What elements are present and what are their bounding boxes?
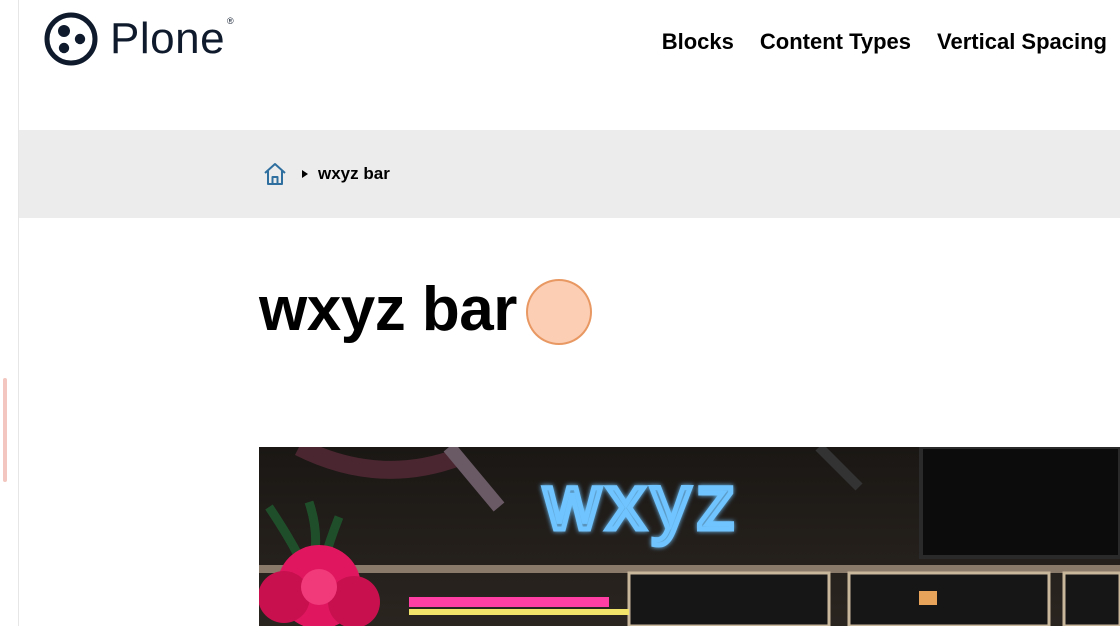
breadcrumb-separator-icon xyxy=(302,170,308,178)
nav-item-blocks[interactable]: Blocks xyxy=(662,28,734,56)
click-indicator xyxy=(526,279,592,345)
breadcrumb-current: wxyz bar xyxy=(318,164,390,183)
site-logo[interactable]: Plone ® xyxy=(44,12,234,66)
plone-logo-icon xyxy=(44,12,98,66)
hero-photo: wxyz xyxy=(259,447,1120,626)
logo-wordmark: Plone ® xyxy=(110,14,235,63)
home-icon[interactable] xyxy=(262,161,288,187)
breadcrumb-bar xyxy=(19,130,1120,218)
left-scroll-marker xyxy=(3,378,7,482)
page-title: wxyz bar xyxy=(259,275,517,344)
main-nav: Blocks Content Types Vertical Spacing xyxy=(662,28,1107,56)
nav-item-content-types[interactable]: Content Types xyxy=(760,28,911,56)
hero-image: wxyz xyxy=(259,447,1120,626)
neon-sign-text: wxyz xyxy=(543,458,741,546)
breadcrumb: wxyz bar xyxy=(262,158,390,190)
nav-item-vertical-spacing[interactable]: Vertical Spacing xyxy=(937,28,1107,56)
